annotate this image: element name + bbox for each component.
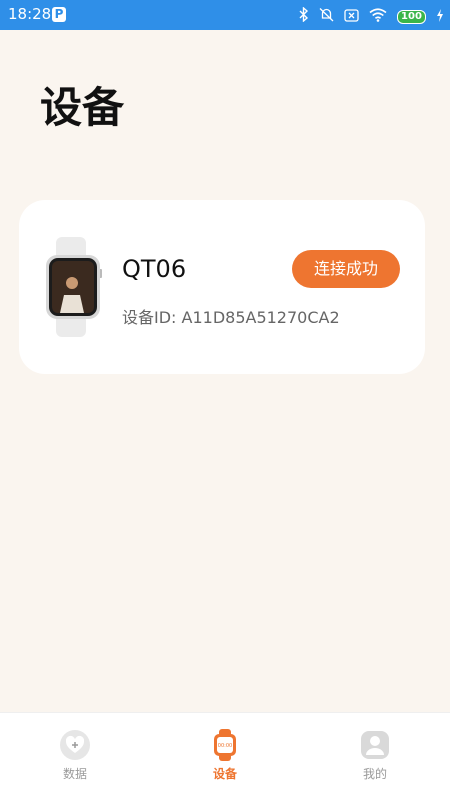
bell-muted-icon (319, 7, 334, 26)
bluetooth-icon (299, 6, 309, 26)
heart-icon (59, 729, 91, 761)
parking-app-icon: P (52, 7, 66, 22)
smartwatch-image (46, 237, 102, 341)
tab-mine-label: 我的 (362, 767, 387, 781)
watch-icon-time: 00:00 (218, 743, 232, 749)
tab-data-label: 数据 (62, 767, 87, 781)
status-icons: 100 (294, 6, 444, 24)
connection-status-button[interactable]: 连接成功 (292, 250, 400, 288)
page-title: 设备 (40, 83, 125, 132)
sim-x-icon (344, 7, 359, 26)
device-id: 设备ID: A11D85A51270CA2 (122, 308, 340, 327)
person-icon (359, 729, 391, 761)
tab-device-label: 设备 (212, 767, 237, 781)
battery-icon: 100 (397, 9, 426, 24)
tab-mine[interactable]: 我的 (330, 729, 420, 782)
tab-data[interactable]: 数据 (30, 729, 120, 782)
bottom-tab-bar: 数据 00:00 设备 我的 (0, 712, 450, 801)
status-time: 18:28 (8, 5, 52, 23)
wifi-icon (369, 7, 387, 26)
tab-device[interactable]: 00:00 设备 (180, 729, 270, 782)
status-bar: 18:28 P 100 (0, 0, 450, 30)
device-name: QT06 (122, 255, 187, 283)
device-card[interactable]: QT06 设备ID: A11D85A51270CA2 连接成功 (19, 200, 425, 374)
charging-icon (436, 7, 444, 26)
watch-icon: 00:00 (209, 729, 241, 761)
